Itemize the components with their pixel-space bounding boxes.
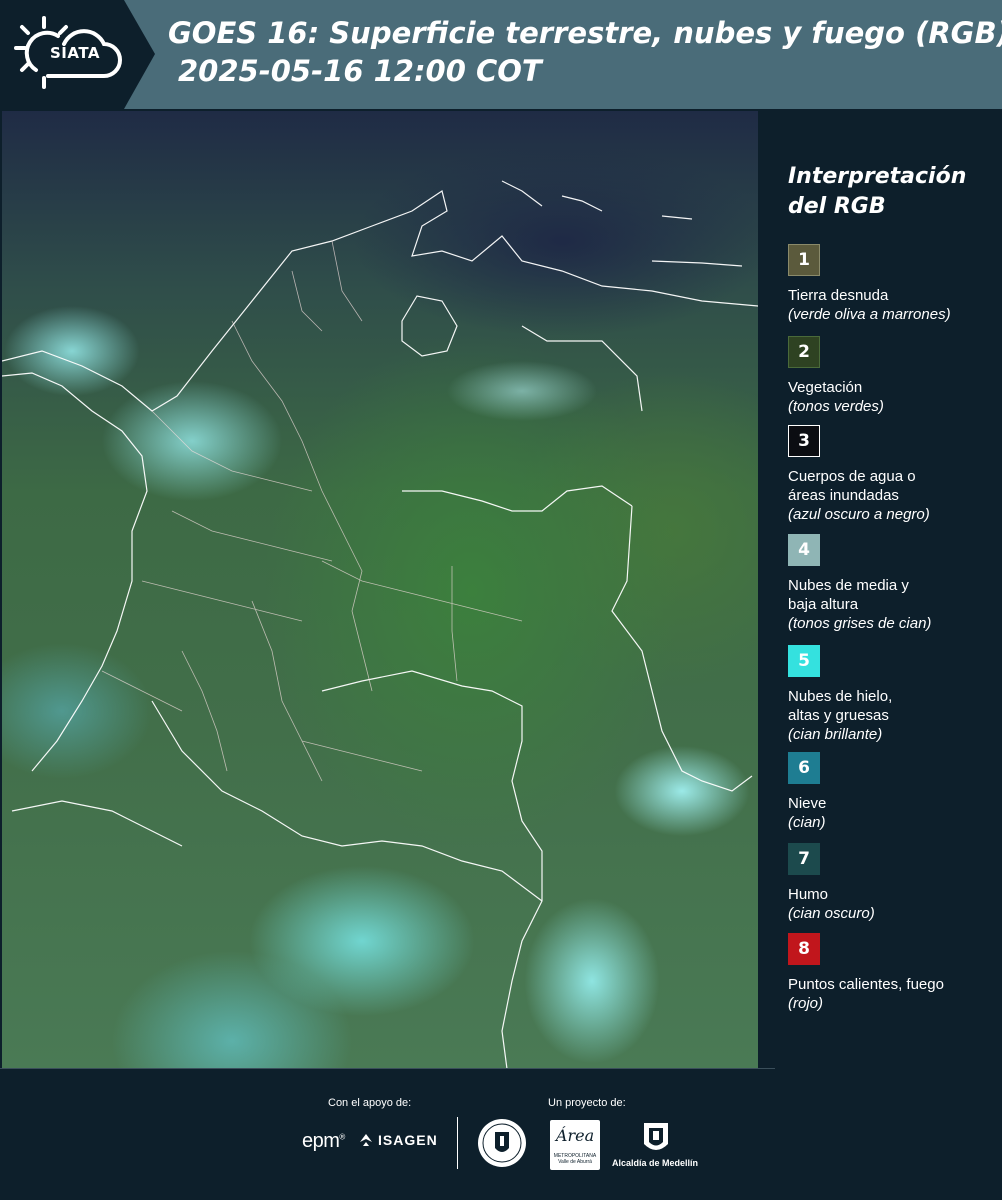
epm-logo: epm® (302, 1130, 345, 1152)
legend-number: 2 (798, 342, 810, 362)
legend-hint: (verde oliva a marrones) (788, 306, 951, 323)
legend-item-vegetation: 2 Vegetación (tonos verdes) (788, 336, 988, 416)
isagen-logo-text: ISAGEN (378, 1132, 438, 1148)
page-title: GOES 16: Superficie terrestre, nubes y f… (168, 14, 1002, 90)
legend-number: 5 (798, 651, 810, 671)
legend-swatch: 5 (788, 645, 820, 677)
rgb-legend: Interpretación del RGB (788, 162, 988, 240)
legend-hint: (tonos grises de cian) (788, 615, 932, 632)
legend-item-smoke: 7 Humo (cian oscuro) (788, 843, 988, 923)
legend-item-water: 3 Cuerpos de agua o áreas inundadas (azu… (788, 425, 988, 524)
satellite-rgb-map (2, 111, 758, 1069)
isagen-logo: ISAGEN (358, 1132, 438, 1148)
legend-number: 6 (798, 758, 810, 778)
amva-logo-subtext: METROPOLITANA Valle de Aburrá (553, 1153, 597, 1165)
siata-logo-text: SIATA (50, 44, 101, 62)
alcaldia-logo-text: Alcaldía de Medellín (612, 1158, 699, 1168)
legend-item-fire: 8 Puntos calientes, fuego (rojo) (788, 933, 988, 1013)
siata-logo: SIATA (0, 0, 155, 109)
legend-item-snow: 6 Nieve (cian) (788, 752, 988, 832)
legend-swatch: 1 (788, 244, 820, 276)
isagen-icon (360, 1134, 372, 1146)
footer-divider-line (0, 1068, 775, 1069)
legend-label: Tierra desnuda (788, 287, 889, 304)
area-metropolitana-logo: Área METROPOLITANA Valle de Aburrá (550, 1120, 600, 1170)
legend-label: Puntos calientes, fuego (788, 976, 944, 993)
legend-hint: (cian) (788, 814, 826, 831)
legend-item-low-clouds: 4 Nubes de media y baja altura (tonos gr… (788, 534, 988, 633)
project-label: Un proyecto de: (548, 1097, 626, 1109)
amva-logo-text: Área (555, 1126, 595, 1145)
footer-vertical-divider (457, 1117, 458, 1169)
legend-hint: (cian oscuro) (788, 905, 875, 922)
legend-number: 4 (798, 540, 810, 560)
legend-number: 8 (798, 939, 810, 959)
legend-label: Nubes de media y baja altura (788, 577, 909, 613)
legend-hint: (tonos verdes) (788, 398, 884, 415)
map-boundaries (2, 180, 758, 1069)
legend-item-ice-clouds: 5 Nubes de hielo, altas y gruesas (cian … (788, 645, 988, 744)
legend-swatch: 6 (788, 752, 820, 784)
support-label: Con el apoyo de: (328, 1097, 412, 1109)
legend-label: Cuerpos de agua o áreas inundadas (788, 468, 916, 504)
epm-logo-text: epm (302, 1130, 340, 1152)
legend-title: Interpretación del RGB (788, 164, 967, 219)
legend-label: Humo (788, 886, 829, 903)
legend-hint: (rojo) (788, 995, 824, 1012)
legend-number: 1 (798, 250, 810, 270)
title-line-2: 2025-05-16 12:00 COT (178, 54, 542, 88)
legend-hint: (azul oscuro a negro) (788, 506, 930, 523)
legend-number: 3 (798, 431, 810, 451)
legend-label: Nieve (788, 795, 827, 812)
legend-label: Nubes de hielo, altas y gruesas (788, 688, 893, 724)
legend-label: Vegetación (788, 379, 863, 396)
alcaldia-shield-icon (644, 1123, 668, 1150)
legend-swatch: 2 (788, 336, 820, 368)
legend-swatch: 4 (788, 534, 820, 566)
legend-swatch: 8 (788, 933, 820, 965)
legend-number: 7 (798, 849, 810, 869)
title-line-1: GOES 16: Superficie terrestre, nubes y f… (168, 16, 1002, 50)
legend-hint: (cian brillante) (788, 726, 883, 743)
legend-item-bare-land: 1 Tierra desnuda (verde oliva a marrones… (788, 244, 988, 324)
legend-swatch: 3 (788, 425, 820, 457)
university-seal-icon (478, 1119, 526, 1167)
legend-swatch: 7 (788, 843, 820, 875)
